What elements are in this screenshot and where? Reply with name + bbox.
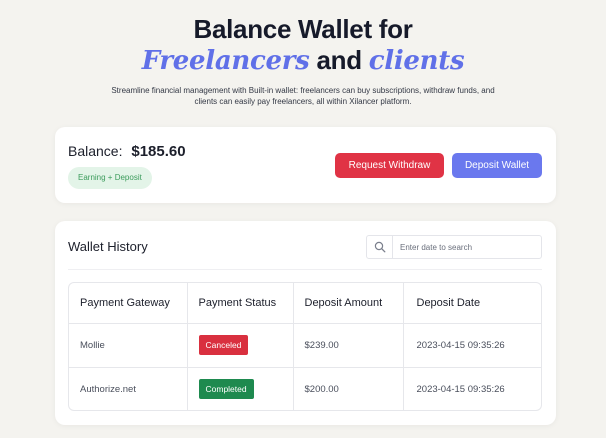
balance-line: Balance: $185.60 (68, 143, 186, 160)
gateway-cell: Authorize.net (69, 367, 188, 410)
request-withdraw-button[interactable]: Request Withdraw (335, 153, 444, 178)
gateway-cell: Mollie (69, 323, 188, 368)
date-cell: 2023-04-15 09:35:26 (403, 323, 541, 368)
balance-type-badge: Earning + Deposit (68, 167, 152, 189)
balance-card: Balance: $185.60 Earning + Deposit Reque… (55, 127, 556, 203)
search-icon[interactable] (367, 236, 393, 258)
table-header-row: Payment Gateway Payment Status Deposit A… (69, 283, 541, 324)
table-row: Mollie Canceled $239.00 2023-04-15 09:35… (69, 323, 541, 368)
hero-title: Balance Wallet for Freelancers and clien… (0, 14, 606, 77)
hero-section: Balance Wallet for Freelancers and clien… (0, 14, 606, 107)
wallet-history-card: Wallet History Payment Gateway Payment S… (55, 221, 556, 425)
status-cell: Canceled (187, 323, 294, 368)
balance-label: Balance: (68, 143, 123, 159)
wallet-history-table: Payment Gateway Payment Status Deposit A… (68, 282, 542, 411)
balance-amount: $185.60 (131, 143, 186, 160)
amount-cell: $239.00 (293, 323, 404, 368)
status-badge-canceled: Canceled (198, 335, 249, 355)
divider (68, 269, 542, 270)
hero-title-and: and (316, 45, 362, 75)
hero-title-accent-freelancers: Freelancers (141, 46, 310, 76)
hero-title-accent-clients: clients (368, 46, 465, 76)
date-cell: 2023-04-15 09:35:26 (416, 383, 505, 395)
column-header-amount: Deposit Amount (293, 283, 404, 324)
column-header-gateway: Payment Gateway (69, 283, 188, 324)
deposit-wallet-button[interactable]: Deposit Wallet (452, 153, 542, 178)
wallet-history-title: Wallet History (68, 239, 148, 254)
hero-subtitle: Streamline financial management with Bui… (111, 86, 495, 106)
status-cell: Completed (187, 367, 294, 410)
hero-title-line1: Balance Wallet for (193, 14, 413, 44)
status-badge-completed: Completed (198, 379, 254, 400)
column-header-date: Deposit Date (403, 283, 541, 324)
hero-title-line2: Freelancers and clients (0, 45, 606, 77)
date-search-input[interactable] (400, 237, 540, 257)
column-header-status: Payment Status (187, 283, 294, 324)
amount-cell: $200.00 (293, 367, 404, 410)
date-search-box (366, 235, 542, 259)
table-row: Authorize.net Completed $200.00 2023-04-… (69, 367, 541, 410)
